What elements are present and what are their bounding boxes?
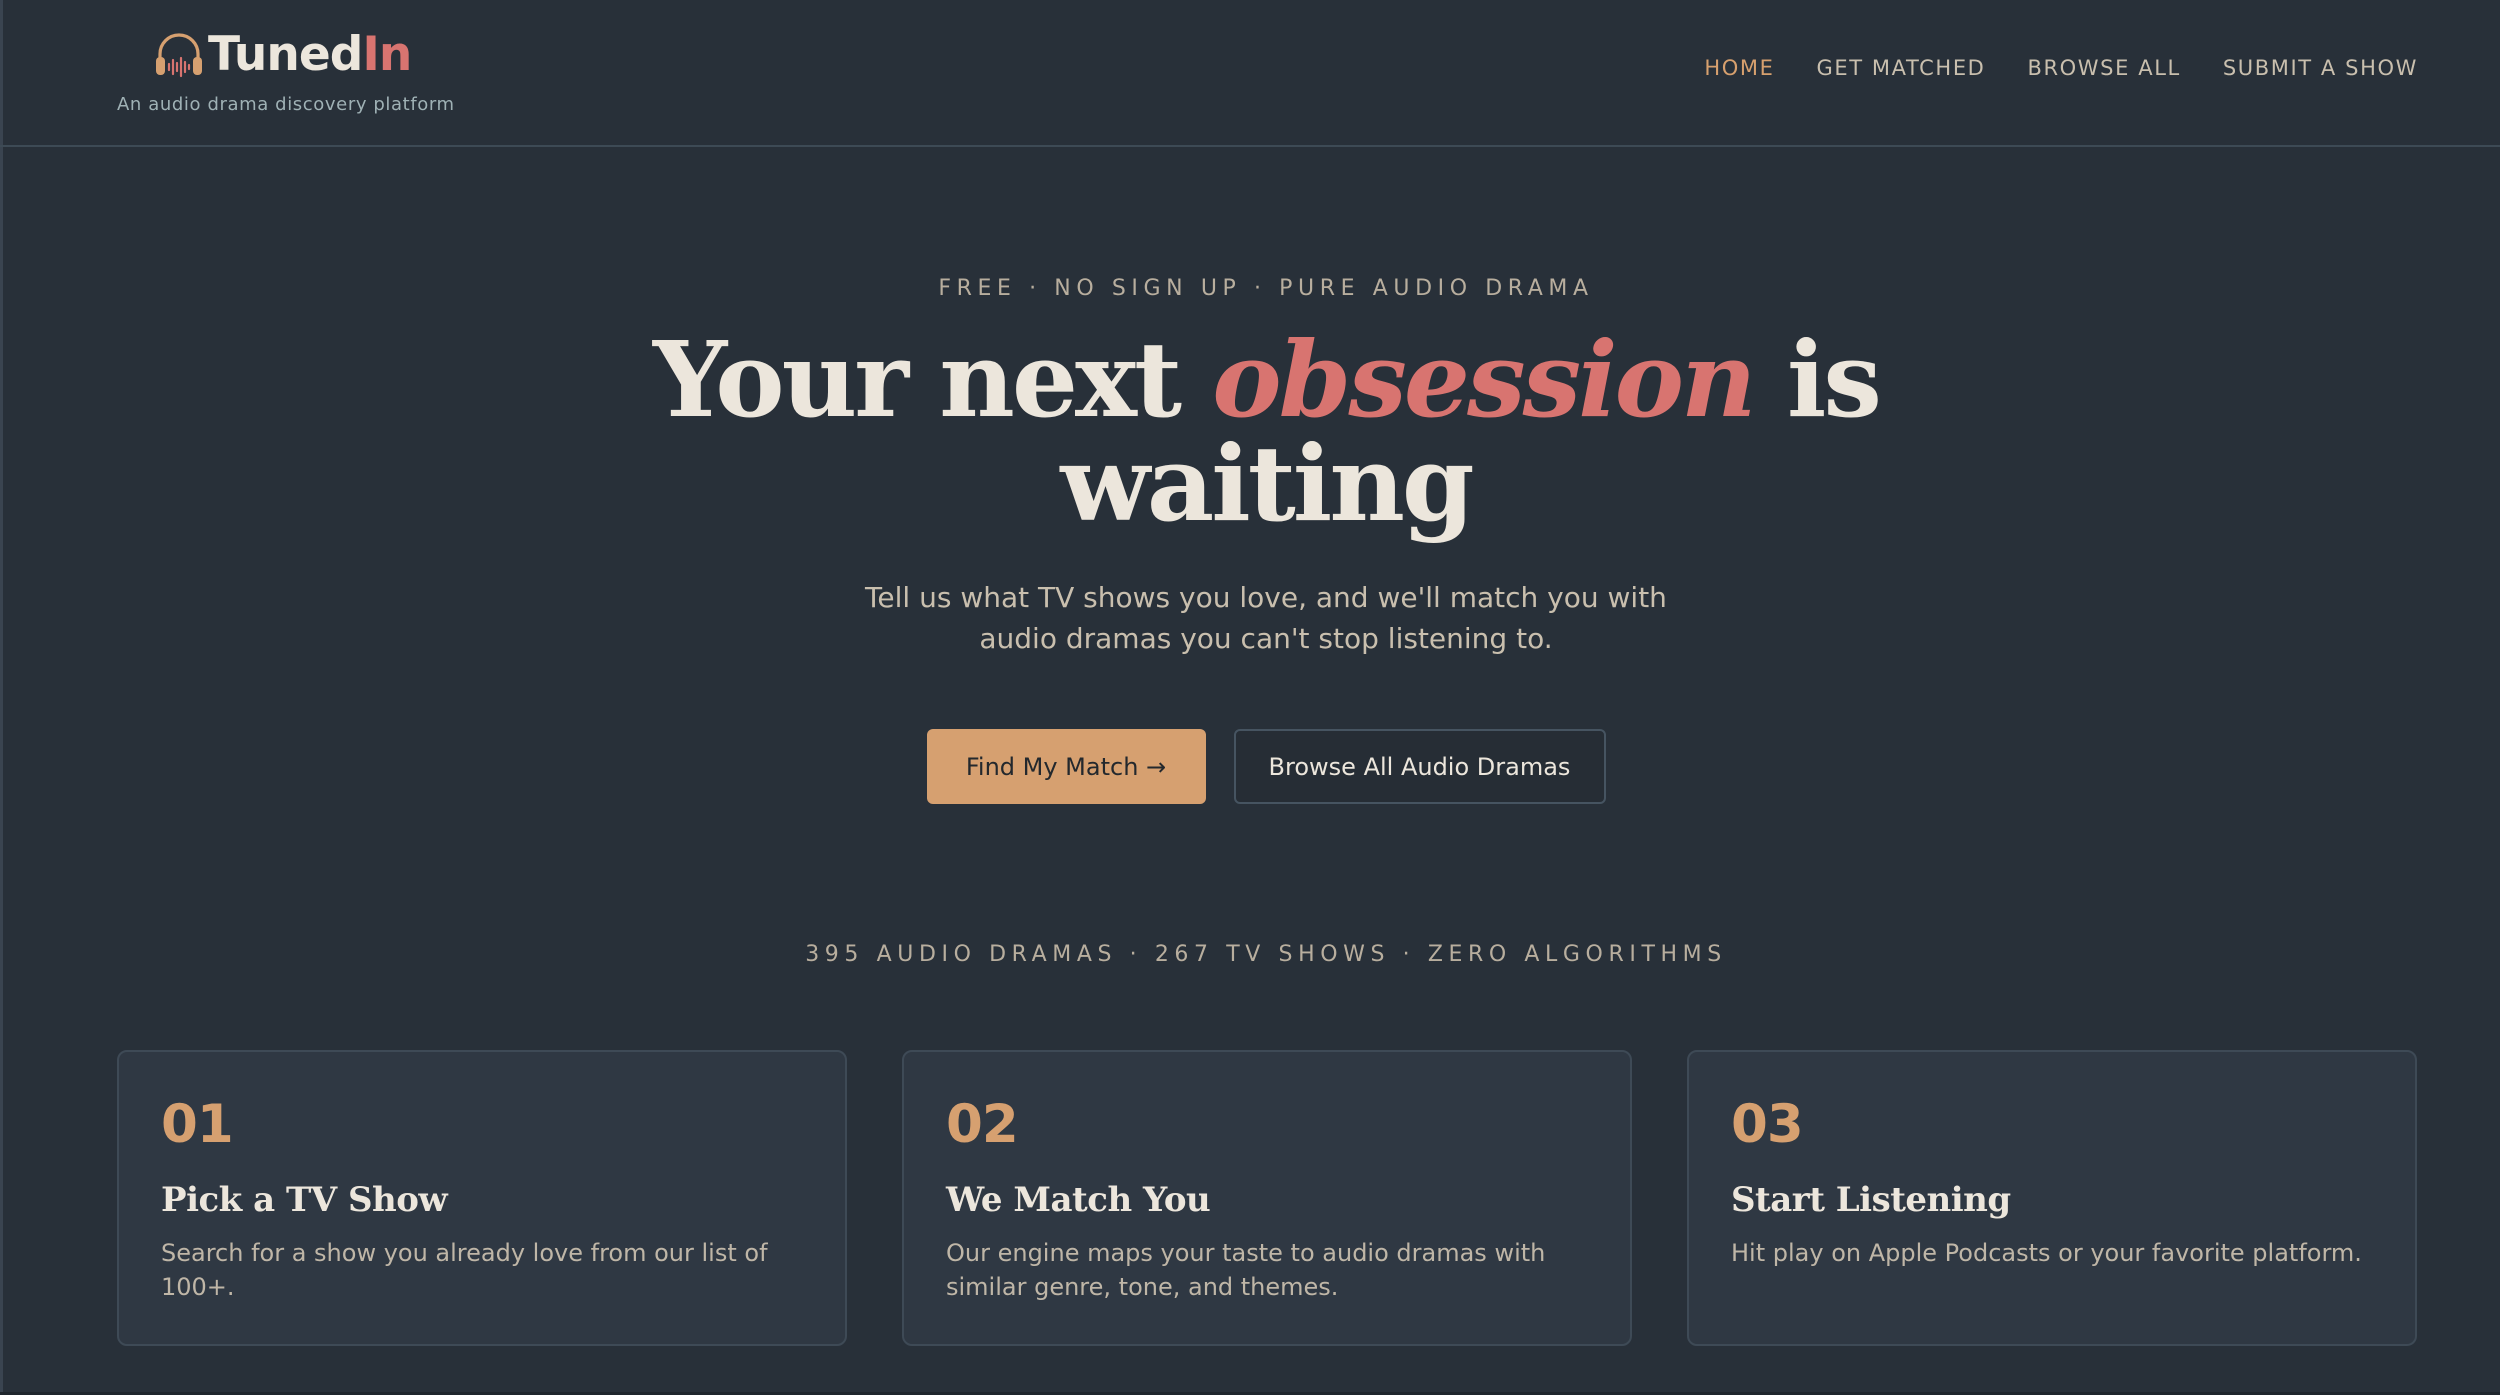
logo[interactable]: TunedIn	[152, 24, 412, 86]
step-card: 01 Pick a TV Show Search for a show you …	[117, 1050, 847, 1346]
find-my-match-button[interactable]: Find My Match →	[926, 729, 1206, 804]
brand-tagline: An audio drama discovery platform	[117, 94, 455, 115]
step-description: Our engine maps your taste to audio dram…	[946, 1239, 1546, 1301]
logo-wordmark-main: Tuned	[208, 27, 363, 82]
nav-browse-all[interactable]: BROWSE ALL	[2027, 56, 2180, 80]
step-title: Pick a TV Show	[161, 1180, 448, 1220]
hero-eyebrow: FREE · NO SIGN UP · PURE AUDIO DRAMA	[938, 276, 1594, 301]
steps-section: 01 Pick a TV Show Search for a show you …	[117, 1050, 2417, 1346]
step-description: Search for a show you already love from …	[161, 1239, 768, 1301]
step-description: Hit play on Apple Podcasts or your favor…	[1731, 1239, 2362, 1267]
hero-actions: Find My Match → Browse All Audio Dramas	[0, 729, 2500, 804]
site-header: TunedIn An audio drama discovery platfor…	[0, 0, 2500, 147]
step-number: 01	[161, 1094, 234, 1155]
nav-submit-show[interactable]: SUBMIT A SHOW	[2223, 56, 2418, 80]
logo-wordmark: TunedIn	[208, 24, 412, 86]
browse-all-button[interactable]: Browse All Audio Dramas	[1233, 729, 1606, 804]
step-card: 03 Start Listening Hit play on Apple Pod…	[1687, 1050, 2417, 1346]
page: TunedIn An audio drama discovery platfor…	[0, 0, 2500, 1395]
step-number: 02	[946, 1094, 1019, 1155]
hero-subtitle: Tell us what TV shows you love, and we'l…	[0, 577, 2500, 659]
hero-subtitle-line1: Tell us what TV shows you love, and we'l…	[865, 581, 1667, 614]
step-title: We Match You	[946, 1180, 1211, 1220]
nav-get-matched[interactable]: GET MATCHED	[1816, 56, 1985, 80]
step-title: Start Listening	[1731, 1180, 2011, 1220]
headphones-waveform-icon	[156, 33, 202, 78]
hero-title: Your next obsession is waiting	[0, 328, 2500, 536]
hero-title-after: is	[1753, 318, 1882, 441]
step-card: 02 We Match You Our engine maps your tas…	[902, 1050, 1632, 1346]
nav-home[interactable]: HOME	[1704, 56, 1774, 80]
main-nav: HOME GET MATCHED BROWSE ALL SUBMIT A SHO…	[1662, 56, 2418, 80]
step-number: 03	[1731, 1094, 1804, 1155]
window-edge	[0, 0, 3, 1395]
stats-line: 395 AUDIO DRAMAS · 267 TV SHOWS · ZERO A…	[805, 942, 1727, 967]
logo-wordmark-accent: In	[362, 27, 412, 82]
hero-title-line2: waiting	[1060, 422, 1474, 545]
hero-subtitle-line2: audio dramas you can't stop listening to…	[979, 622, 1553, 655]
